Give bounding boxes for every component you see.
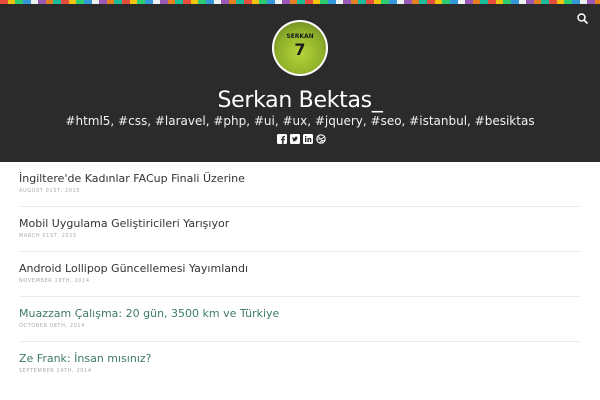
list-item: Muazzam Çalışma: 20 gün, 3500 km ve Türk… [19, 297, 581, 342]
list-item: Ze Frank: İnsan mısınız? SEPTEMBER 24TH,… [19, 342, 581, 387]
list-item: Android Lollipop Güncellemesi Yayımlandı… [19, 252, 581, 297]
dribbble-icon[interactable] [316, 131, 326, 144]
post-title-link[interactable]: Android Lollipop Güncellemesi Yayımlandı [19, 262, 248, 275]
post-date: SEPTEMBER 24TH, 2014 [19, 368, 92, 374]
avatar-jersey-name: SERKAN [286, 33, 314, 40]
post-list: İngiltere'de Kadınlar FACup Finali Üzeri… [19, 162, 581, 387]
linkedin-icon[interactable] [303, 131, 313, 144]
avatar-image: SERKAN 7 [274, 22, 326, 74]
search-icon[interactable] [576, 12, 590, 26]
post-title-link[interactable]: Mobil Uygulama Geliştiricileri Yarışıyor [19, 217, 229, 230]
avatar-jersey-number: 7 [294, 40, 306, 59]
post-title-link[interactable]: Ze Frank: İnsan mısınız? [19, 352, 152, 365]
social-links [277, 131, 326, 144]
post-date: NOVEMBER 19TH, 2014 [19, 278, 90, 284]
twitter-icon[interactable] [290, 131, 300, 144]
site-header: SERKAN 7 Serkan Bektas_ #html5, #css, #l… [0, 4, 600, 162]
post-title-link[interactable]: Muazzam Çalışma: 20 gün, 3500 km ve Türk… [19, 307, 279, 320]
facebook-icon[interactable] [277, 131, 287, 144]
site-tagline: #html5, #css, #laravel, #php, #ui, #ux, … [65, 114, 535, 128]
post-date: AUGUST 01ST, 2015 [19, 188, 81, 194]
post-date: MARCH 01ST, 2015 [19, 233, 77, 239]
list-item: İngiltere'de Kadınlar FACup Finali Üzeri… [19, 162, 581, 207]
post-date: OCTOBER 08TH, 2014 [19, 323, 85, 329]
post-title-link[interactable]: İngiltere'de Kadınlar FACup Finali Üzeri… [19, 172, 245, 185]
avatar[interactable]: SERKAN 7 [272, 20, 328, 76]
site-title[interactable]: Serkan Bektas_ [0, 88, 600, 113]
list-item: Mobil Uygulama Geliştiricileri Yarışıyor… [19, 207, 581, 252]
